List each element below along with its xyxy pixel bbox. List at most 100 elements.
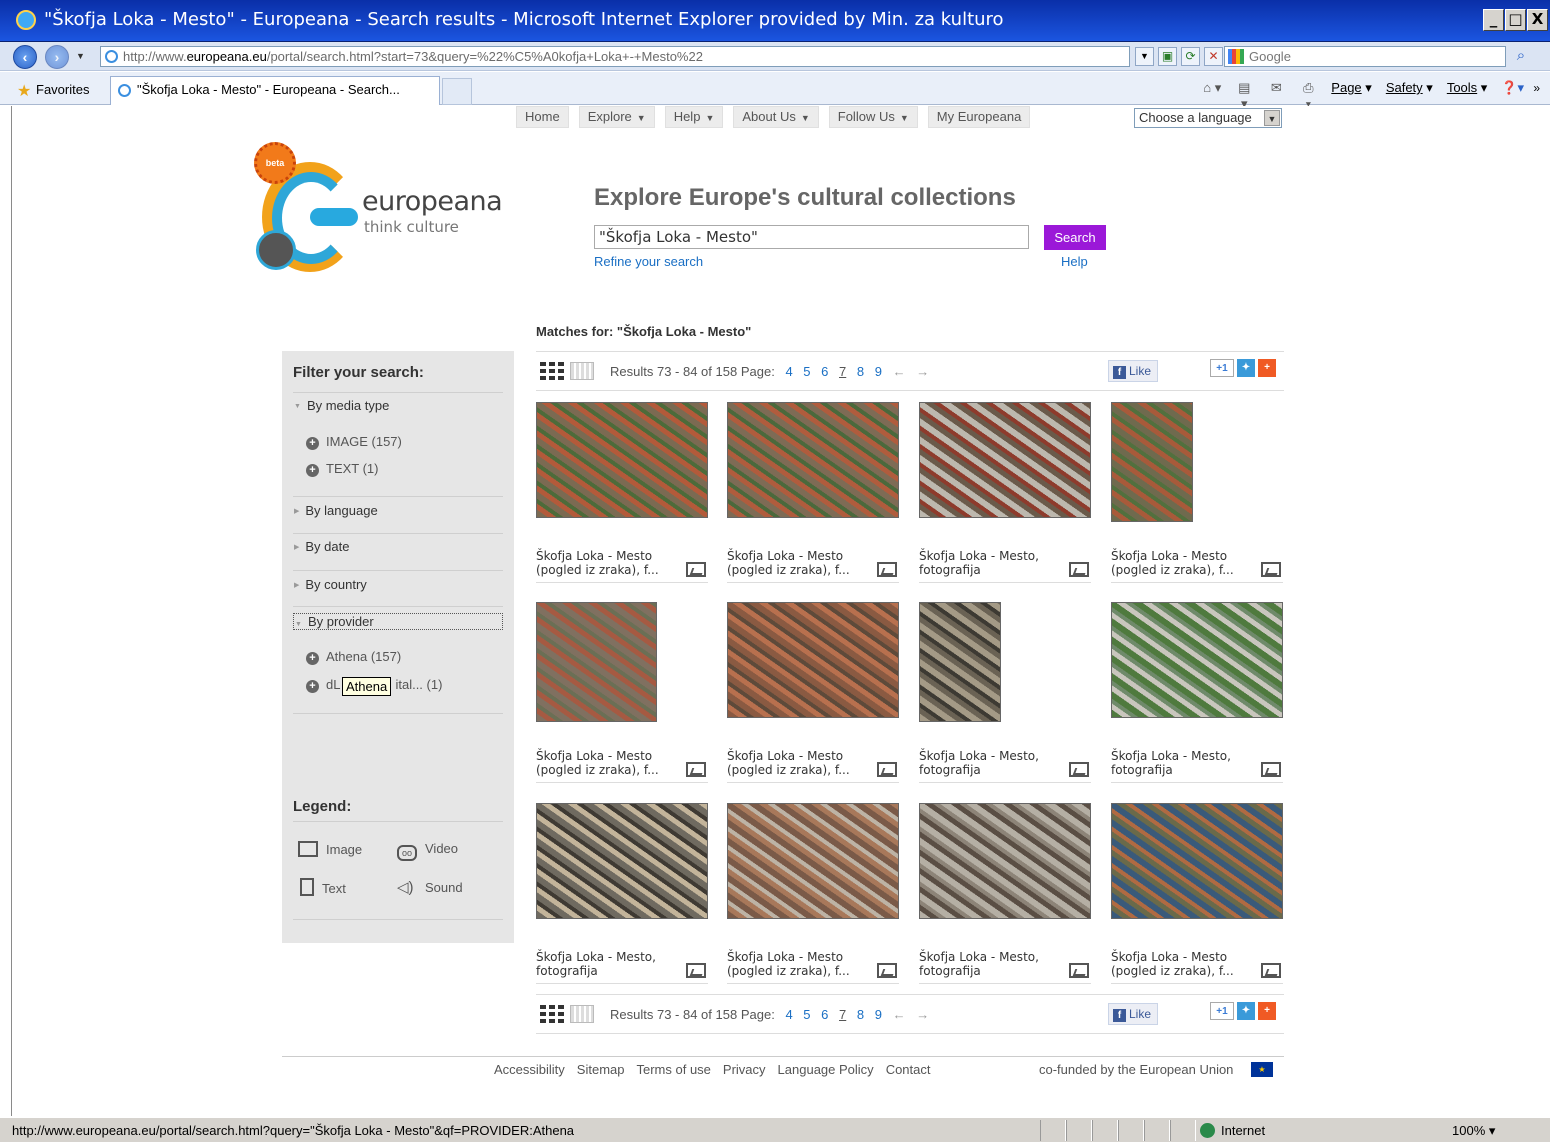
footer-link-contact[interactable]: Contact	[886, 1062, 931, 1077]
result-card[interactable]: Škofja Loka - Mesto (pogled iz zraka), f…	[536, 602, 708, 784]
footer-link-sitemap[interactable]: Sitemap	[577, 1062, 625, 1077]
result-title[interactable]: Škofja Loka - Mesto, fotografija	[919, 749, 1059, 777]
tools-menu[interactable]: Tools ▾	[1447, 80, 1488, 96]
nav-home[interactable]: Home	[516, 106, 569, 128]
result-title[interactable]: Škofja Loka - Mesto, fotografija	[1111, 749, 1251, 777]
result-title[interactable]: Škofja Loka - Mesto (pogled iz zraka), f…	[727, 950, 867, 978]
back-icon[interactable]: ‹	[13, 45, 37, 69]
result-card[interactable]: Škofja Loka - Mesto (pogled iz zraka), f…	[536, 402, 708, 584]
feeds-icon[interactable]: ▤ ▾	[1235, 80, 1253, 111]
filter-item-image[interactable]: + IMAGE (157)	[306, 434, 402, 450]
result-card[interactable]: Škofja Loka - Mesto (pogled iz zraka), f…	[1111, 402, 1283, 584]
next-arrow-icon[interactable]: →	[916, 364, 929, 379]
nav-help[interactable]: Help ▼	[664, 106, 724, 128]
result-card[interactable]: Škofja Loka - Mesto, fotografija	[1111, 602, 1283, 784]
chevron-more-icon[interactable]: »	[1533, 81, 1540, 95]
search-button[interactable]: Search	[1044, 225, 1106, 250]
facebook-like-button[interactable]: f Like	[1108, 360, 1158, 382]
result-title[interactable]: Škofja Loka - Mesto (pogled iz zraka), f…	[536, 549, 676, 577]
search-magnifier-icon[interactable]: ⌕	[1510, 47, 1532, 66]
result-card[interactable]: Škofja Loka - Mesto, fotografija	[536, 803, 708, 985]
page-link-4[interactable]: 4	[785, 1007, 792, 1022]
result-thumbnail[interactable]	[919, 402, 1091, 518]
print-icon[interactable]: ⎙ ▾	[1299, 80, 1317, 111]
nav-explore[interactable]: Explore ▼	[578, 106, 655, 128]
security-zone[interactable]: Internet	[1200, 1123, 1265, 1138]
twitter-icon[interactable]: ✦	[1237, 1002, 1255, 1020]
home-icon[interactable]: ⌂ ▾	[1203, 80, 1221, 96]
compatibility-icon[interactable]: ▣	[1158, 47, 1177, 66]
new-tab-button[interactable]	[442, 78, 472, 105]
result-thumbnail[interactable]	[536, 402, 708, 518]
zoom-level[interactable]: 100% ▾	[1452, 1123, 1495, 1139]
nav-my-europeana[interactable]: My Europeana	[927, 106, 1031, 128]
grid-view-icon[interactable]	[540, 1005, 564, 1023]
history-dropdown-icon[interactable]: ▼	[76, 51, 85, 61]
result-title[interactable]: Škofja Loka - Mesto, fotografija	[536, 950, 676, 978]
filter-country[interactable]: ▶ By country	[294, 577, 367, 592]
footer-link-accessibility[interactable]: Accessibility	[494, 1062, 565, 1077]
result-card[interactable]: Škofja Loka - Mesto, fotografija	[919, 602, 1091, 784]
result-card[interactable]: Škofja Loka - Mesto (pogled iz zraka), f…	[727, 602, 899, 784]
nav-follow-us[interactable]: Follow Us ▼	[828, 106, 918, 128]
result-thumbnail[interactable]	[727, 803, 899, 919]
page-menu[interactable]: Page ▾	[1331, 80, 1372, 96]
result-thumbnail[interactable]	[727, 402, 899, 518]
next-arrow-icon[interactable]: →	[916, 1007, 929, 1022]
forward-icon[interactable]: ›	[45, 45, 69, 69]
filter-item-text[interactable]: + TEXT (1)	[306, 461, 379, 477]
help-icon[interactable]: ❓▾	[1501, 80, 1524, 96]
result-thumbnail[interactable]	[919, 803, 1091, 919]
address-input[interactable]: http://www.europeana.eu/portal/search.ht…	[100, 46, 1130, 67]
filter-item-athena[interactable]: + Athena (157)	[306, 649, 401, 665]
filter-language[interactable]: ▶ By language	[294, 503, 378, 518]
result-thumbnail[interactable]	[536, 803, 708, 919]
footer-link-terms[interactable]: Terms of use	[637, 1062, 711, 1077]
refine-search-link[interactable]: Refine your search	[594, 254, 703, 269]
result-title[interactable]: Škofja Loka - Mesto (pogled iz zraka), f…	[727, 749, 867, 777]
result-thumbnail[interactable]	[1111, 803, 1283, 919]
grid-view-icon[interactable]	[540, 362, 564, 380]
search-provider-input[interactable]: Google	[1224, 46, 1506, 67]
nav-about-us[interactable]: About Us ▼	[733, 106, 819, 128]
addthis-icon[interactable]: +	[1258, 359, 1276, 377]
result-title[interactable]: Škofja Loka - Mesto (pogled iz zraka), f…	[727, 549, 867, 577]
addthis-icon[interactable]: +	[1258, 1002, 1276, 1020]
result-thumbnail[interactable]	[1111, 402, 1193, 522]
result-title[interactable]: Škofja Loka - Mesto (pogled iz zraka), f…	[1111, 549, 1251, 577]
result-card[interactable]: Škofja Loka - Mesto, fotografija	[919, 803, 1091, 985]
page-link-8[interactable]: 8	[857, 364, 864, 379]
page-link-8[interactable]: 8	[857, 1007, 864, 1022]
prev-arrow-icon[interactable]: ←	[893, 364, 906, 379]
maximize-button[interactable]: □	[1505, 9, 1526, 31]
page-link-5[interactable]: 5	[803, 1007, 810, 1022]
result-card[interactable]: Škofja Loka - Mesto, fotografija	[919, 402, 1091, 584]
filter-media-type[interactable]: ▼ By media type	[294, 398, 389, 413]
mail-icon[interactable]: ✉	[1267, 80, 1285, 96]
result-title[interactable]: Škofja Loka - Mesto (pogled iz zraka), f…	[1111, 950, 1251, 978]
minimize-button[interactable]: _	[1483, 9, 1504, 31]
browser-tab[interactable]: "Škofja Loka - Mesto" - Europeana - Sear…	[110, 76, 440, 105]
google-plus-icon[interactable]: +1	[1210, 359, 1234, 377]
twitter-icon[interactable]: ✦	[1237, 359, 1255, 377]
footer-link-privacy[interactable]: Privacy	[723, 1062, 766, 1077]
page-link-5[interactable]: 5	[803, 364, 810, 379]
result-thumbnail[interactable]	[727, 602, 899, 718]
close-button[interactable]: X	[1527, 9, 1548, 31]
europeana-logo[interactable]: beta europeana think culture	[254, 142, 503, 282]
search-input[interactable]: "Škofja Loka - Mesto"	[594, 225, 1029, 249]
language-select[interactable]: Choose a language ▼	[1134, 108, 1282, 128]
result-card[interactable]: Škofja Loka - Mesto (pogled iz zraka), f…	[727, 803, 899, 985]
page-link-9[interactable]: 9	[875, 364, 882, 379]
result-title[interactable]: Škofja Loka - Mesto (pogled iz zraka), f…	[536, 749, 676, 777]
facebook-like-button[interactable]: f Like	[1108, 1003, 1158, 1025]
favorites-button[interactable]: Favorites	[36, 82, 89, 97]
safety-menu[interactable]: Safety ▾	[1386, 80, 1433, 96]
footer-link-language-policy[interactable]: Language Policy	[778, 1062, 874, 1077]
page-link-6[interactable]: 6	[821, 1007, 828, 1022]
help-link[interactable]: Help	[1061, 254, 1088, 269]
filter-provider[interactable]: ▼ By provider	[293, 613, 503, 630]
prev-arrow-icon[interactable]: ←	[893, 1007, 906, 1022]
list-view-icon[interactable]	[570, 1005, 594, 1023]
result-card[interactable]: Škofja Loka - Mesto (pogled iz zraka), f…	[727, 402, 899, 584]
